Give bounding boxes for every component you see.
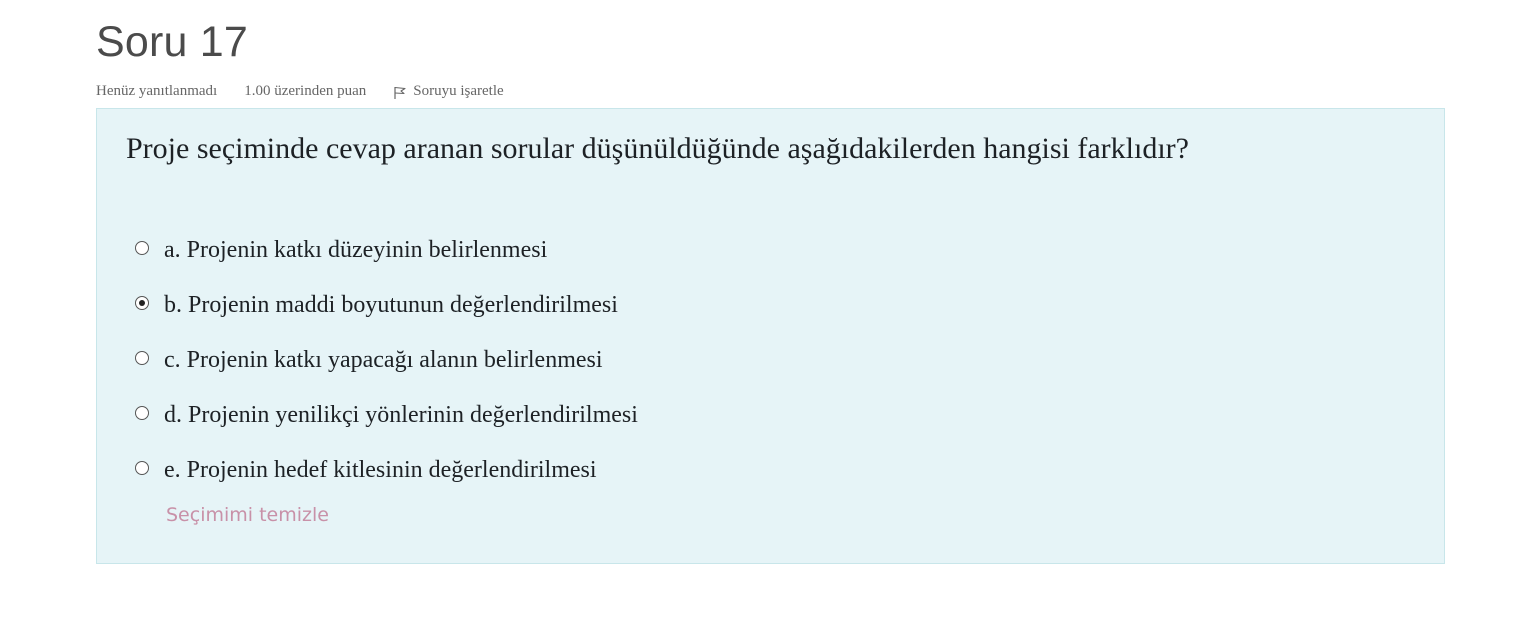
answer-option-d[interactable]: d. Projenin yenilikçi yönlerinin değerle… bbox=[135, 388, 638, 443]
radio-button-b[interactable] bbox=[135, 295, 149, 310]
answer-label-d[interactable]: d. Projenin yenilikçi yönlerinin değerle… bbox=[164, 402, 638, 429]
question-content-box: Proje seçiminde cevap aranan sorular düş… bbox=[96, 108, 1445, 564]
answer-option-e[interactable]: e. Projenin hedef kitlesinin değerlendir… bbox=[135, 443, 638, 498]
radio-button-e[interactable] bbox=[135, 460, 149, 475]
radio-button-c[interactable] bbox=[135, 350, 149, 365]
answer-label-a[interactable]: a. Projenin katkı düzeyinin belirlenmesi bbox=[164, 237, 547, 264]
radio-button-a[interactable] bbox=[135, 240, 149, 255]
answer-list: a. Projenin katkı düzeyinin belirlenmesi… bbox=[135, 223, 638, 498]
answer-option-a[interactable]: a. Projenin katkı düzeyinin belirlenmesi bbox=[135, 223, 638, 278]
answer-label-e[interactable]: e. Projenin hedef kitlesinin değerlendir… bbox=[164, 457, 597, 484]
radio-button-d[interactable] bbox=[135, 405, 149, 420]
flag-icon bbox=[393, 86, 407, 100]
flag-question-label: Soruyu işaretle bbox=[413, 83, 504, 99]
answer-option-b[interactable]: b. Projenin maddi boyutunun değerlendiri… bbox=[135, 278, 638, 333]
answer-label-c[interactable]: c. Projenin katkı yapacağı alanın belirl… bbox=[164, 347, 603, 374]
question-text: Proje seçiminde cevap aranan sorular düş… bbox=[126, 132, 1189, 165]
answer-label-b[interactable]: b. Projenin maddi boyutunun değerlendiri… bbox=[164, 292, 618, 319]
question-title: Soru 17 bbox=[96, 18, 249, 66]
clear-choice-link[interactable]: Seçimimi temizle bbox=[166, 504, 329, 526]
question-grade: 1.00 üzerinden puan bbox=[244, 83, 367, 99]
flag-question-link[interactable]: Soruyu işaretle bbox=[393, 83, 504, 100]
question-info: Henüz yanıtlanmadı 1.00 üzerinden puan S… bbox=[96, 83, 504, 100]
answer-option-c[interactable]: c. Projenin katkı yapacağı alanın belirl… bbox=[135, 333, 638, 388]
question-state: Henüz yanıtlanmadı bbox=[96, 83, 218, 99]
